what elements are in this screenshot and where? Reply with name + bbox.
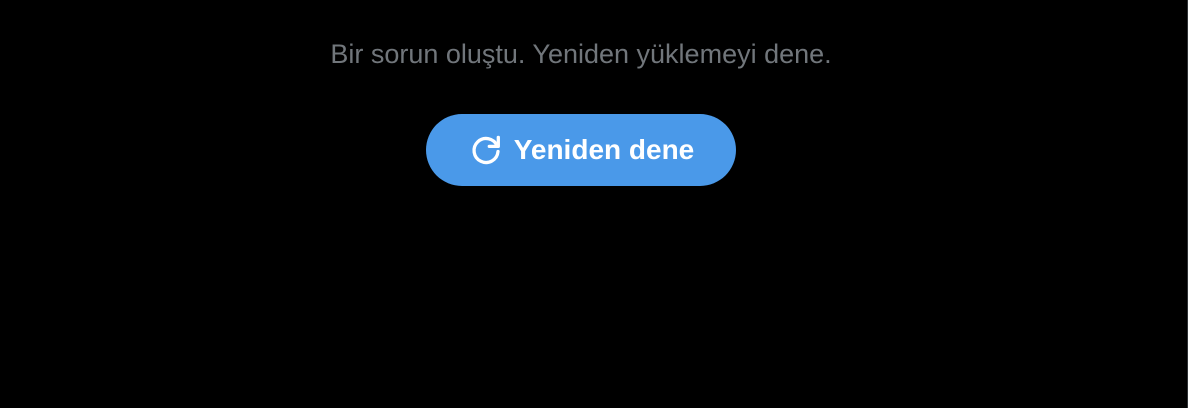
refresh-icon (468, 132, 504, 168)
retry-button[interactable]: Yeniden dene (426, 114, 736, 186)
error-panel: Bir sorun oluştu. Yeniden yüklemeyi dene… (0, 0, 1188, 408)
retry-button-label: Yeniden dene (513, 134, 695, 165)
error-state: Bir sorun oluştu. Yeniden yüklemeyi dene… (0, 0, 1162, 186)
error-message: Bir sorun oluştu. Yeniden yüklemeyi dene… (330, 39, 832, 69)
